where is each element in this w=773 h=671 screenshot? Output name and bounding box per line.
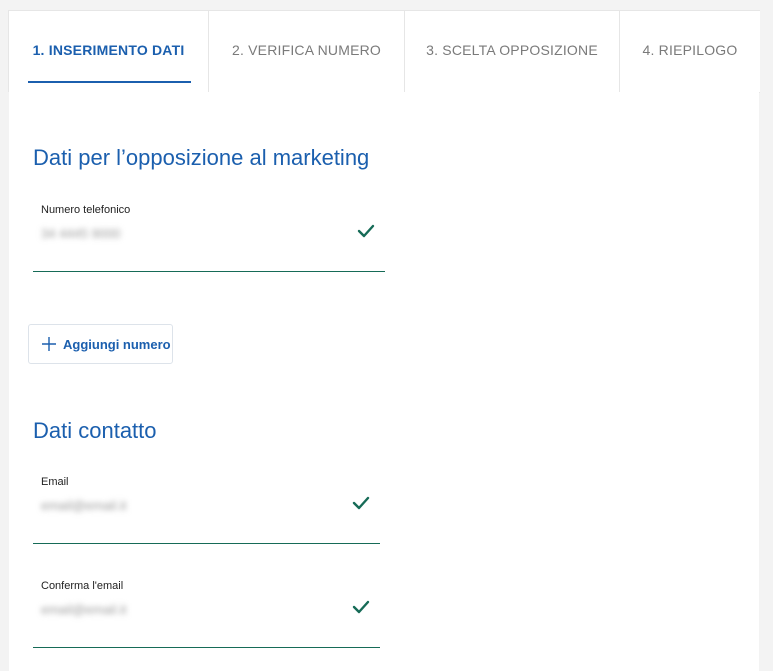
confirm-email-label: Conferma l'email	[41, 580, 124, 592]
tab-label: 3. SCELTA OPPOSIZIONE	[426, 41, 598, 58]
email-label: Email	[41, 476, 69, 488]
check-icon	[357, 224, 375, 238]
marketing-section-title: Dati per l’opposizione al marketing	[33, 145, 370, 170]
email-input[interactable]: email@email.it	[41, 498, 126, 513]
tab-label: 1. INSERIMENTO DATI	[32, 41, 185, 58]
plus-icon	[42, 337, 56, 351]
email-underline	[33, 543, 380, 544]
tab-label: 4. RIEPILOGO	[642, 41, 738, 58]
tab-riepilogo[interactable]: 4. RIEPILOGO	[620, 11, 760, 93]
tab-inserimento-dati[interactable]: 1. INSERIMENTO DATI	[9, 11, 209, 93]
confirm-email-input[interactable]: email@email.it	[41, 602, 126, 617]
form-card: Dati per l’opposizione al marketing Nume…	[9, 92, 759, 671]
phone-label: Numero telefonico	[41, 204, 131, 216]
confirm-email-field[interactable]: Conferma l'email email@email.it	[33, 580, 380, 648]
step-tabs: 1. INSERIMENTO DATI 2. VERIFICA NUMERO 3…	[8, 10, 760, 93]
tab-label: 2. VERIFICA NUMERO	[231, 41, 382, 58]
tab-verifica-numero[interactable]: 2. VERIFICA NUMERO	[209, 11, 405, 93]
confirm-email-underline	[33, 647, 380, 648]
email-field[interactable]: Email email@email.it	[33, 476, 380, 544]
add-number-button[interactable]: Aggiungi numero	[28, 324, 173, 364]
check-icon	[352, 600, 370, 614]
phone-input[interactable]: 34 4445 9000	[41, 226, 121, 241]
contact-section-title: Dati contatto	[33, 418, 157, 443]
check-icon	[352, 496, 370, 510]
tab-scelta-opposizione[interactable]: 3. SCELTA OPPOSIZIONE	[405, 11, 620, 93]
add-number-label: Aggiungi numero	[63, 336, 171, 352]
phone-underline	[33, 271, 385, 272]
phone-field[interactable]: Numero telefonico 34 4445 9000	[33, 204, 385, 272]
